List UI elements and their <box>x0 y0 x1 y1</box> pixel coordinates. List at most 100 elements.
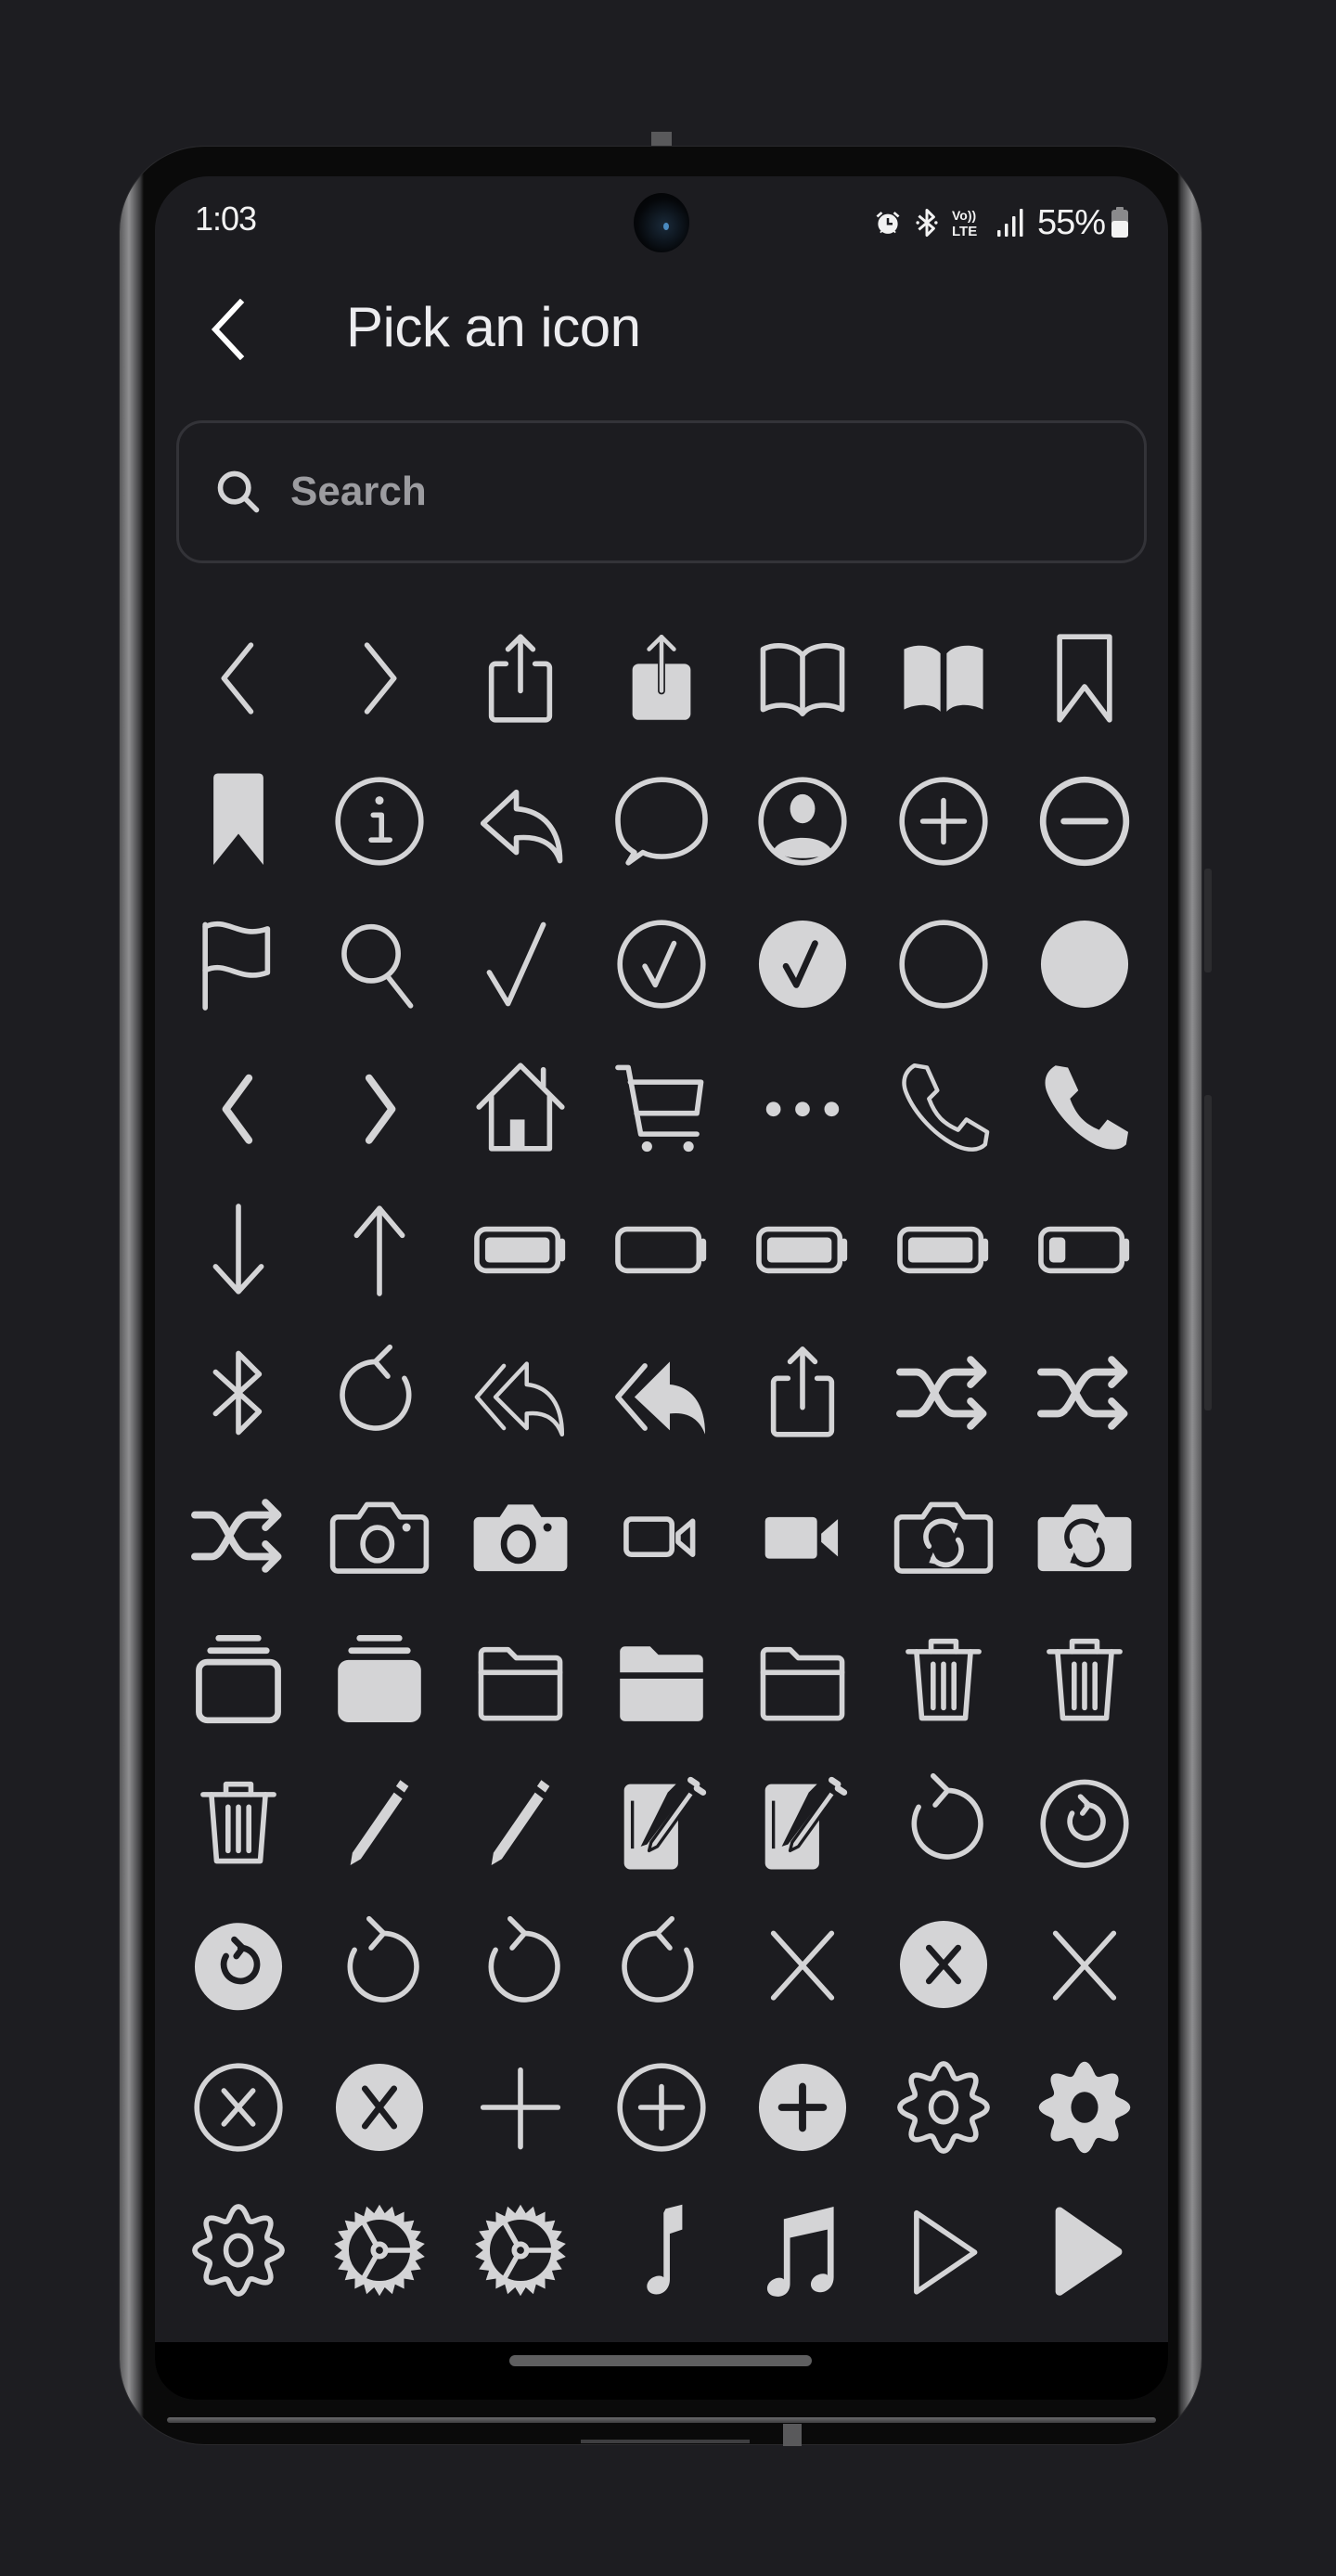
icon-option[interactable] <box>873 1321 1014 1464</box>
icon-option[interactable] <box>591 1179 732 1321</box>
icon-option[interactable] <box>1014 607 1155 750</box>
icon-option[interactable] <box>309 1464 450 1607</box>
icon-option[interactable] <box>732 1607 873 1750</box>
back-button[interactable] <box>199 288 255 371</box>
icon-option[interactable] <box>873 893 1014 1036</box>
icon-option[interactable] <box>732 1750 873 1893</box>
icon-option[interactable] <box>450 1464 591 1607</box>
icon-option[interactable] <box>1014 2179 1155 2322</box>
icon-option[interactable] <box>732 2179 873 2322</box>
icon-option[interactable] <box>450 1036 591 1179</box>
plus-icon <box>480 2067 561 2150</box>
icon-option[interactable] <box>450 2036 591 2179</box>
icon-option[interactable] <box>168 1893 309 2036</box>
icon-option[interactable] <box>309 1750 450 1893</box>
icon-option[interactable] <box>450 1893 591 2036</box>
icon-option[interactable] <box>591 2179 732 2322</box>
arrow-clockwise-circle-fill-icon <box>194 1923 283 2011</box>
icon-option[interactable] <box>450 893 591 1036</box>
icon-option[interactable] <box>873 1179 1014 1321</box>
icon-option[interactable] <box>309 2179 450 2322</box>
icon-option[interactable] <box>873 1607 1014 1750</box>
icon-option[interactable] <box>168 893 309 1036</box>
icon-option[interactable] <box>309 750 450 893</box>
home-indicator[interactable] <box>509 2355 812 2366</box>
icon-option[interactable] <box>450 750 591 893</box>
icon-option[interactable] <box>168 2179 309 2322</box>
svg-text:Vo)): Vo)) <box>952 208 976 223</box>
icon-option[interactable] <box>309 1893 450 2036</box>
trash-bold-icon <box>200 1781 276 1864</box>
icon-option[interactable] <box>1014 893 1155 1036</box>
icon-option[interactable] <box>732 1321 873 1464</box>
icon-option[interactable] <box>309 893 450 1036</box>
icon-option[interactable] <box>1014 2036 1155 2179</box>
icon-option[interactable] <box>732 607 873 750</box>
icon-option[interactable] <box>732 1036 873 1179</box>
phone-frame-port <box>783 2424 802 2446</box>
icon-option[interactable] <box>873 1036 1014 1179</box>
icon-option[interactable] <box>732 1464 873 1607</box>
icon-option[interactable] <box>1014 1179 1155 1321</box>
icon-option[interactable] <box>1014 1036 1155 1179</box>
icon-option[interactable] <box>873 2036 1014 2179</box>
icon-option[interactable] <box>450 1607 591 1750</box>
icon-option[interactable] <box>168 1464 309 1607</box>
icon-option[interactable] <box>591 750 732 893</box>
icon-option[interactable] <box>450 1179 591 1321</box>
xmark-circle-fill-alt-icon <box>335 2063 424 2152</box>
icon-option[interactable] <box>591 893 732 1036</box>
icon-option[interactable] <box>450 1321 591 1464</box>
icon-option[interactable] <box>1014 1750 1155 1893</box>
icon-option[interactable] <box>168 750 309 893</box>
icon-option[interactable] <box>873 2179 1014 2322</box>
icon-option[interactable] <box>309 1179 450 1321</box>
icon-option[interactable] <box>732 1179 873 1321</box>
icon-option[interactable] <box>591 1321 732 1464</box>
icon-option[interactable] <box>450 1750 591 1893</box>
checkmark-circle-icon <box>617 920 706 1009</box>
checkmark-icon <box>486 921 546 1007</box>
icon-option[interactable] <box>1014 750 1155 893</box>
icon-option[interactable] <box>450 607 591 750</box>
icon-option[interactable] <box>591 1893 732 2036</box>
icon-option[interactable] <box>309 2036 450 2179</box>
icon-option[interactable] <box>168 1321 309 1464</box>
search-field[interactable] <box>176 420 1147 563</box>
icon-option[interactable] <box>168 2036 309 2179</box>
icon-option[interactable] <box>591 1036 732 1179</box>
icon-option[interactable] <box>732 750 873 893</box>
icon-option[interactable] <box>873 607 1014 750</box>
icon-option[interactable] <box>873 1464 1014 1607</box>
icon-option[interactable] <box>1014 1607 1155 1750</box>
icon-option[interactable] <box>591 2036 732 2179</box>
icon-option[interactable] <box>591 1750 732 1893</box>
arrow-down-icon <box>212 1204 264 1294</box>
icon-option[interactable] <box>732 1893 873 2036</box>
icon-option[interactable] <box>873 1893 1014 2036</box>
camera-rotate-icon <box>893 1501 994 1574</box>
icon-option[interactable] <box>168 1607 309 1750</box>
icon-option[interactable] <box>732 893 873 1036</box>
icon-option[interactable] <box>591 1607 732 1750</box>
icon-option[interactable] <box>309 607 450 750</box>
arrow-clockwise-bold-icon <box>488 1915 560 2003</box>
icon-option[interactable] <box>309 1607 450 1750</box>
search-input[interactable] <box>289 468 1144 516</box>
icon-option[interactable] <box>873 1750 1014 1893</box>
icon-option[interactable] <box>309 1321 450 1464</box>
icon-option[interactable] <box>168 1179 309 1321</box>
icon-option[interactable] <box>873 750 1014 893</box>
icon-option[interactable] <box>591 607 732 750</box>
icon-option[interactable] <box>591 1464 732 1607</box>
icon-option[interactable] <box>309 1036 450 1179</box>
icon-option[interactable] <box>168 1036 309 1179</box>
share-fill-icon <box>632 633 691 720</box>
icon-option[interactable] <box>1014 1464 1155 1607</box>
icon-option[interactable] <box>168 1750 309 1893</box>
icon-option[interactable] <box>450 2179 591 2322</box>
icon-option[interactable] <box>1014 1893 1155 2036</box>
icon-option[interactable] <box>1014 1321 1155 1464</box>
icon-option[interactable] <box>168 607 309 750</box>
icon-option[interactable] <box>732 2036 873 2179</box>
